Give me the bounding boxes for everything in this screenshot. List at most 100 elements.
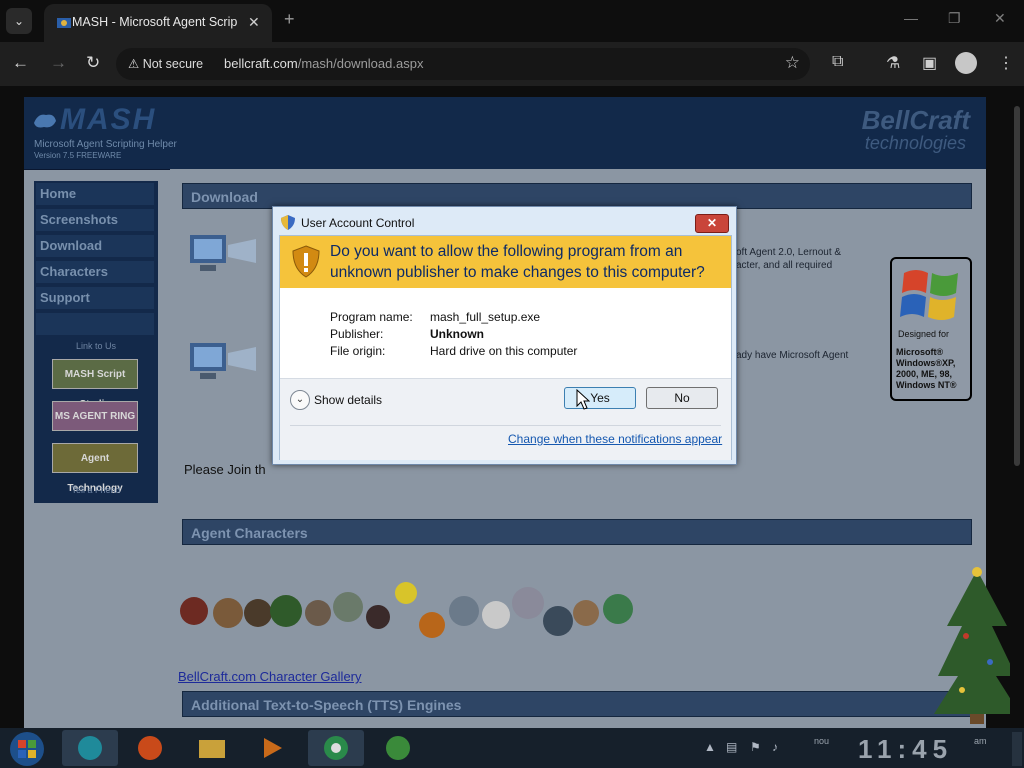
network-icon[interactable]: ▤: [726, 740, 737, 754]
nav-download[interactable]: Download: [36, 235, 154, 257]
publisher-value: Unknown: [430, 327, 484, 341]
nav-screenshots[interactable]: Screenshots: [36, 209, 154, 231]
browser-toolbar: ← → ↻ ⚠ Not secure bellcraft.com/mash/do…: [0, 42, 1024, 86]
uac-dialog: User Account Control ✕ Do you want to al…: [272, 206, 737, 465]
character-gallery-link[interactable]: BellCraft.com Character Gallery: [178, 669, 362, 684]
url-text[interactable]: bellcraft.com/mash/download.aspx: [224, 56, 423, 71]
site-favicon-icon: [57, 18, 71, 28]
join-text: Please Join th: [184, 462, 266, 477]
uac-warning-banner: Do you want to allow the following progr…: [280, 236, 731, 288]
bellcraft-brand: BellCraft: [861, 105, 970, 135]
site-banner: MASH Microsoft Agent Scripting Helper Ve…: [24, 97, 986, 170]
explorer-taskbar-button[interactable]: [184, 730, 240, 766]
browser-tab[interactable]: MASH - Microsoft Agent Scrip ✕: [44, 4, 272, 42]
uac-footer: ⌄ Show details Yes No Change when these …: [280, 378, 731, 460]
minimize-icon[interactable]: —: [904, 10, 918, 26]
scrollbar-thumb[interactable]: [1014, 106, 1020, 466]
not-secure-indicator[interactable]: ⚠ Not secure: [128, 56, 203, 71]
folder-icon: [199, 740, 225, 758]
download-text: ady have Microsoft Agent: [736, 350, 849, 361]
profile-avatar[interactable]: [955, 52, 977, 74]
edge-taskbar-button[interactable]: [62, 730, 118, 766]
maximize-icon[interactable]: ❐: [948, 10, 961, 27]
windows-version-line: 2000, ME, 98,: [896, 369, 953, 379]
uac-close-button[interactable]: ✕: [695, 214, 729, 233]
designed-for-label: Designed for: [898, 329, 950, 339]
agent-technology-button[interactable]: Agent Technology: [52, 443, 138, 494]
show-desktop-button[interactable]: [1012, 732, 1022, 766]
bellcraft-brand-sub: technologies: [864, 133, 966, 153]
nav-home[interactable]: Home: [36, 183, 154, 205]
windows-start-icon: [18, 740, 36, 758]
no-button[interactable]: No: [646, 387, 718, 409]
uac-titlebar[interactable]: User Account Control ✕: [273, 207, 736, 237]
side-panel-icon[interactable]: ▣: [922, 53, 937, 73]
bookmark-star-icon[interactable]: ☆: [785, 53, 800, 73]
tts-section-header: Additional Text-to-Speech (TTS) Engines: [182, 691, 972, 717]
browser-icon: [324, 736, 348, 760]
computer-icon: [190, 235, 256, 271]
publisher-label: Publisher:: [330, 327, 384, 341]
windows-flag-icon: [900, 270, 958, 320]
warning-shield-icon: [292, 245, 320, 278]
windows-taskbar: ▲ ▤ ⚑ ♪ nou 11:45 am: [0, 728, 1024, 768]
agent-characters-image[interactable]: [174, 573, 654, 649]
site-logo[interactable]: MASH: [60, 103, 156, 137]
clock-day: nou: [814, 736, 830, 746]
ms-agent-ring-button[interactable]: MS AGENT RING: [52, 401, 138, 431]
download-text: oft Agent 2.0, Lernout &: [736, 247, 842, 258]
forward-icon[interactable]: →: [50, 53, 67, 73]
page-scrollbar[interactable]: [1010, 86, 1024, 728]
window-close-icon[interactable]: ✕: [994, 10, 1006, 27]
show-details-chevron-icon[interactable]: ⌄: [290, 390, 310, 410]
back-icon[interactable]: ←: [12, 53, 29, 73]
firefox-icon: [138, 736, 162, 760]
program-name-value: mash_full_setup.exe: [430, 310, 541, 324]
windows-version-line: Microsoft®: [896, 347, 944, 357]
windows-version-line: Windows®XP,: [896, 358, 956, 368]
uac-question: Do you want to allow the following progr…: [330, 243, 705, 281]
start-button[interactable]: [10, 732, 44, 766]
tab-search-button[interactable]: ⌄: [6, 8, 32, 34]
firefox-taskbar-button[interactable]: [122, 730, 178, 766]
link-to-us-label: Link to Us: [75, 341, 117, 351]
logo-subtitle: Microsoft Agent Scripting Helper: [34, 139, 177, 150]
extensions-icon[interactable]: ⧉: [832, 53, 843, 71]
tab-close-icon[interactable]: ✕: [248, 14, 260, 31]
download-manager-icon: [386, 736, 410, 760]
browser-tab-strip: ⌄ MASH - Microsoft Agent Scrip ✕ + — ❐ ✕: [0, 0, 1024, 42]
file-origin-value: Hard drive on this computer: [430, 344, 578, 358]
computer-icon: [190, 343, 256, 379]
new-tab-button[interactable]: +: [284, 9, 295, 30]
uac-shield-icon: [281, 215, 295, 230]
flag-icon[interactable]: ⚑: [750, 740, 761, 754]
download-section-title: Download: [191, 189, 258, 205]
yes-button[interactable]: Yes: [564, 387, 636, 409]
url-host: bellcraft.com: [224, 56, 298, 71]
reload-icon[interactable]: ↻: [86, 53, 100, 73]
browser-menu-icon[interactable]: ⋮: [998, 53, 1014, 73]
nav-support[interactable]: Support: [36, 287, 154, 309]
not-secure-label: Not secure: [142, 57, 204, 71]
mouse-cursor-icon: [576, 389, 590, 410]
tab-title: MASH - Microsoft Agent Scrip: [72, 15, 238, 29]
downloader-taskbar-button[interactable]: [370, 730, 426, 766]
labs-flask-icon[interactable]: ⚗: [886, 53, 900, 73]
file-origin-label: File origin:: [330, 344, 386, 358]
volume-icon[interactable]: ♪: [772, 740, 778, 754]
characters-section-header: Agent Characters: [182, 519, 972, 545]
windows-versions: Microsoft® Windows®XP, 2000, ME, 98, Win…: [896, 347, 957, 391]
show-details-label[interactable]: Show details: [314, 393, 382, 407]
address-bar[interactable]: ⚠ Not secure bellcraft.com/mash/download…: [116, 48, 810, 80]
change-notifications-link[interactable]: Change when these notifications appear: [508, 432, 722, 446]
tell-a-friend-link[interactable]: Tell a Friend: [34, 485, 158, 495]
characters-section-title: Agent Characters: [191, 525, 308, 541]
chrome-taskbar-button[interactable]: [308, 730, 364, 766]
nav-characters[interactable]: Characters: [36, 261, 154, 283]
media-player-icon: [264, 738, 282, 758]
mash-link-button[interactable]: MASH Script Studio: [52, 359, 138, 410]
url-path: /mash/download.aspx: [297, 56, 424, 71]
clock-time[interactable]: 11:45: [858, 734, 953, 765]
tray-overflow-icon[interactable]: ▲: [704, 740, 716, 754]
media-player-taskbar-button[interactable]: [244, 730, 300, 766]
